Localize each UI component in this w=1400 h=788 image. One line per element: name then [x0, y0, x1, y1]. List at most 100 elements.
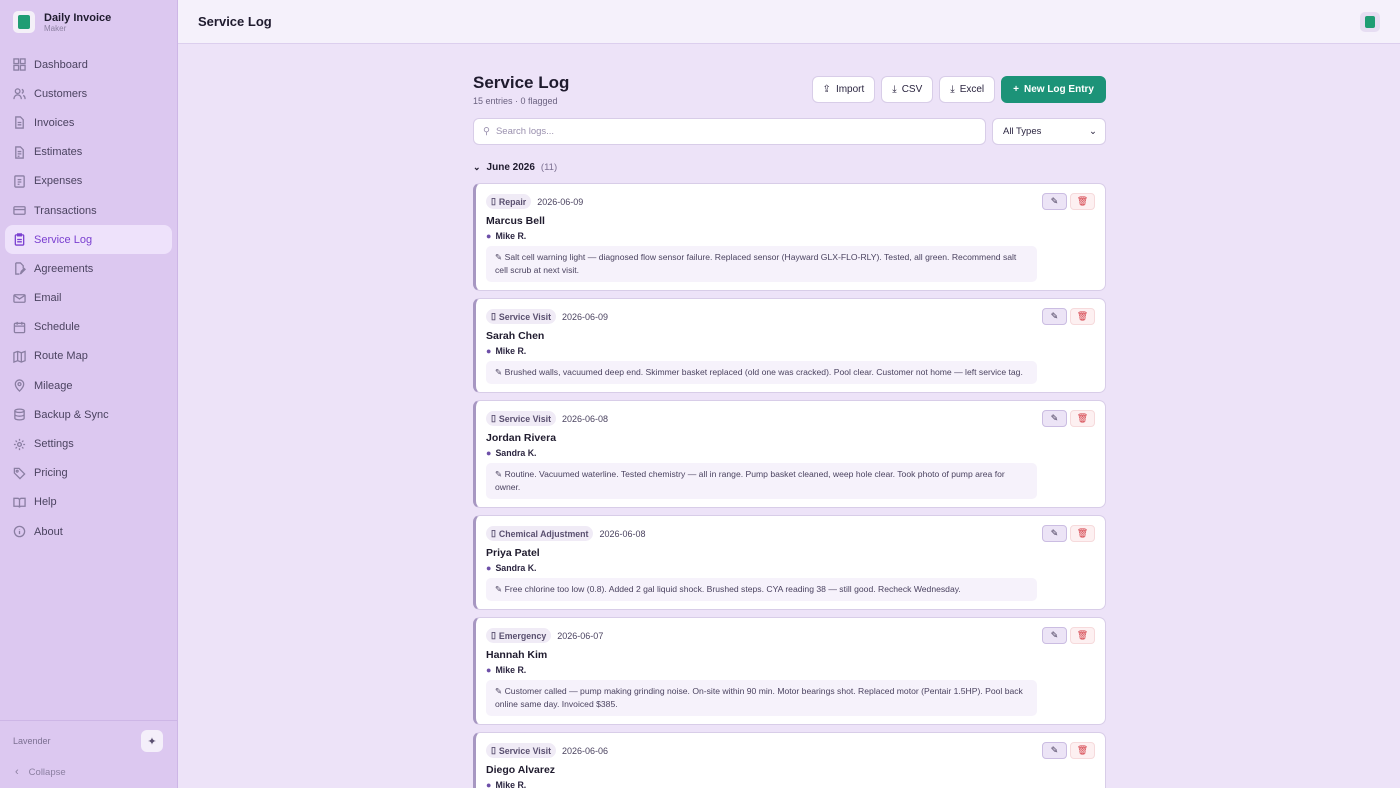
topbar-title: Service Log: [198, 14, 272, 29]
sidebar-item-label: Route Map: [34, 350, 88, 363]
sidebar-item-about[interactable]: About: [5, 517, 172, 546]
upload-icon: ⇪: [822, 84, 831, 95]
trash-icon: 🗑: [1076, 413, 1089, 423]
trash-icon: 🗑: [1076, 311, 1089, 321]
sidebar-item-customers[interactable]: Customers: [5, 79, 172, 108]
person-icon: ●: [486, 448, 492, 458]
sidebar-nav: Dashboard Customers Invoices Estimates E…: [0, 44, 177, 546]
edit-entry-button[interactable]: ✎: [1042, 193, 1067, 210]
clipboard-icon: [13, 233, 26, 246]
entry-technician-name: Mike R.: [495, 346, 527, 356]
entry-technician: ● Mike R.: [486, 780, 1093, 788]
sidebar-item-label: Service Log: [34, 233, 93, 246]
note-icon: ✎: [495, 367, 505, 377]
delete-entry-button[interactable]: 🗑: [1070, 627, 1095, 644]
sidebar-item-settings[interactable]: Settings: [5, 429, 172, 458]
entry-type-label: Chemical Adjustment: [498, 528, 589, 539]
sidebar-item-schedule[interactable]: Schedule: [5, 313, 172, 342]
pin-icon: [13, 379, 26, 393]
person-icon: ●: [486, 231, 492, 241]
sidebar-item-route-map[interactable]: Route Map: [5, 342, 172, 371]
book-icon: ▯: [491, 630, 496, 640]
grid-icon: [13, 58, 26, 71]
sidebar-item-label: Transactions: [34, 204, 97, 217]
users-icon: [13, 87, 26, 100]
edit-entry-button[interactable]: ✎: [1042, 308, 1067, 325]
log-entry-card[interactable]: ▯ Service Visit 2026-06-08 Jordan Rivera …: [473, 400, 1106, 508]
entry-technician-name: Mike R.: [495, 665, 527, 675]
collapse-button[interactable]: ‹ Collapse: [0, 761, 177, 783]
edit-entry-button[interactable]: ✎: [1042, 742, 1067, 759]
entry-technician: ● Sandra K.: [486, 448, 1093, 458]
excel-label: Excel: [959, 84, 985, 95]
database-icon: [13, 408, 26, 421]
log-entry-card[interactable]: ▯ Chemical Adjustment 2026-06-08 Priya Pa…: [473, 515, 1106, 610]
tag-icon: [13, 467, 26, 480]
delete-entry-button[interactable]: 🗑: [1070, 742, 1095, 759]
entry-type-badge: ▯ Chemical Adjustment: [486, 526, 594, 541]
entry-customer: Hannah Kim: [486, 649, 548, 661]
log-entry-card[interactable]: ▯ Emergency 2026-06-07 Hannah Kim ● Mike R…: [473, 617, 1106, 725]
csv-label: CSV: [901, 84, 923, 95]
sidebar-item-dashboard[interactable]: Dashboard: [5, 50, 172, 79]
edit-icon: ✎: [1050, 413, 1059, 423]
entry-technician-name: Sandra K.: [495, 448, 537, 458]
sidebar-item-help[interactable]: Help: [5, 488, 172, 517]
entry-note-text: Routine. Vacuumed waterline. Tested chem…: [495, 469, 1005, 492]
sidebar-item-label: Mileage: [34, 379, 73, 392]
download-icon: ⤓: [892, 84, 897, 95]
edit-entry-button[interactable]: ✎: [1042, 627, 1067, 644]
log-entry-card[interactable]: ▯ Repair 2026-06-09 Marcus Bell ● Mike R. …: [473, 183, 1106, 291]
sidebar-item-expenses[interactable]: Expenses: [5, 167, 172, 196]
csv-button[interactable]: ⤓ CSV: [881, 76, 934, 103]
header-actions: ⇪ Import ⤓ CSV ⤓ Excel + New Log Entry: [811, 76, 1106, 103]
sidebar-footer: Lavender ✦ ‹ Collapse: [0, 720, 177, 788]
type-filter-select[interactable]: All Types ⌄: [992, 118, 1106, 145]
entry-technician-name: Mike R.: [495, 780, 527, 788]
month-label: June 2026: [486, 161, 535, 173]
sidebar-item-estimates[interactable]: Estimates: [5, 138, 172, 167]
app-logo-icon: [13, 11, 35, 33]
entry-technician: ● Mike R.: [486, 665, 1093, 675]
entry-note: ✎ Routine. Vacuumed waterline. Tested ch…: [486, 463, 1037, 499]
theme-label: Lavender: [13, 736, 51, 746]
calendar-icon: [13, 321, 26, 334]
new-log-entry-button[interactable]: + New Log Entry: [1001, 76, 1106, 103]
trash-icon: 🗑: [1076, 745, 1089, 755]
theme-toggle-button[interactable]: ✦: [141, 730, 163, 752]
topbar: Service Log: [178, 0, 1400, 44]
entry-technician: ● Sandra K.: [486, 563, 1093, 573]
chevron-left-icon: ‹: [15, 766, 19, 778]
delete-entry-button[interactable]: 🗑: [1070, 308, 1095, 325]
sidebar-item-invoices[interactable]: Invoices: [5, 108, 172, 137]
sidebar-item-backup-sync[interactable]: Backup & Sync: [5, 400, 172, 429]
brand[interactable]: Daily Invoice Maker: [0, 0, 177, 44]
edit-entry-button[interactable]: ✎: [1042, 410, 1067, 427]
sidebar-item-pricing[interactable]: Pricing: [5, 459, 172, 488]
file-pen-icon: [13, 262, 26, 276]
page-subtitle: 15 entries · 0 flagged: [473, 96, 558, 106]
search-input[interactable]: ⚲ Search logs...: [473, 118, 986, 145]
type-filter-value: All Types: [1003, 126, 1042, 137]
excel-button[interactable]: ⤓ Excel: [939, 76, 996, 103]
edit-entry-button[interactable]: ✎: [1042, 525, 1067, 542]
page-title: Service Log: [473, 73, 570, 92]
receipt-icon: [13, 175, 26, 188]
sidebar-item-agreements[interactable]: Agreements: [5, 254, 172, 283]
log-entry-card[interactable]: ▯ Service Visit 2026-06-09 Sarah Chen ● Mi…: [473, 298, 1106, 393]
sidebar-item-transactions[interactable]: Transactions: [5, 196, 172, 225]
sidebar-item-mileage[interactable]: Mileage: [5, 371, 172, 400]
log-entry-card[interactable]: ▯ Service Visit 2026-06-06 Diego Alvarez …: [473, 732, 1106, 788]
plus-icon: +: [1013, 84, 1019, 95]
collapse-label: Collapse: [28, 766, 66, 778]
app-avatar-icon[interactable]: [1360, 11, 1380, 32]
import-button[interactable]: ⇪ Import: [811, 76, 876, 103]
month-group-header[interactable]: ⌄ June 2026 (11): [473, 159, 1106, 175]
delete-entry-button[interactable]: 🗑: [1070, 193, 1095, 210]
sidebar-item-email[interactable]: Email: [5, 284, 172, 313]
sidebar-item-service-log[interactable]: Service Log: [5, 225, 172, 255]
map-icon: [13, 350, 26, 363]
delete-entry-button[interactable]: 🗑: [1070, 525, 1095, 542]
delete-entry-button[interactable]: 🗑: [1070, 410, 1095, 427]
sidebar-item-label: Email: [34, 292, 62, 305]
